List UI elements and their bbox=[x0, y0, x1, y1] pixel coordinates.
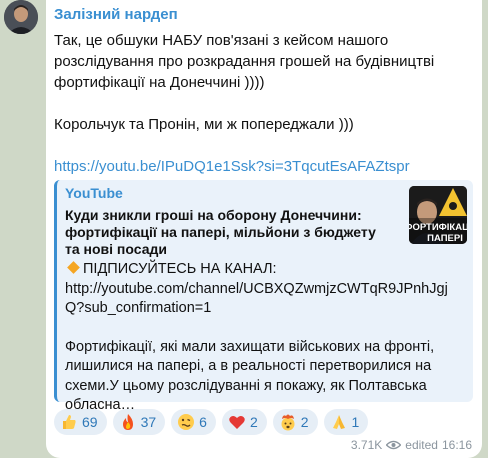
reaction-exploding-head[interactable]: 2 bbox=[272, 409, 318, 435]
description-text: Фортифікації, які мали захищати військов… bbox=[65, 338, 435, 414]
reaction-fire[interactable]: 37 bbox=[112, 409, 166, 435]
eye-icon bbox=[386, 440, 402, 450]
edited-label: edited bbox=[405, 438, 438, 452]
channel-url: http://youtube.com/channel/UCBXQZwmjzCWT… bbox=[65, 280, 448, 317]
reaction-thumbs-up[interactable]: 69 bbox=[54, 409, 107, 435]
message-time: 16:16 bbox=[441, 438, 472, 452]
folded-hands-icon bbox=[332, 415, 345, 429]
svg-text:ФОРТИФІКАЦІ: ФОРТИФІКАЦІ bbox=[409, 222, 467, 233]
woozy-face-icon bbox=[178, 414, 195, 430]
orange-diamond-icon bbox=[67, 261, 80, 274]
preview-thumbnail[interactable]: ФОРТИФІКАЦІ ПАПЕРІ bbox=[409, 186, 467, 244]
view-count: 3.71K bbox=[350, 438, 383, 452]
message-text: Так, це обшуки НАБУ пов'язані з кейсом н… bbox=[54, 30, 464, 177]
svg-text:ПАПЕРІ: ПАПЕРІ bbox=[427, 233, 463, 244]
reaction-woozy-face[interactable]: 6 bbox=[171, 409, 216, 435]
preview-title: Куди зникли гроші на оборону Донеччини: … bbox=[65, 207, 376, 257]
reaction-count: 37 bbox=[140, 414, 157, 430]
reaction-count: 69 bbox=[82, 414, 98, 430]
preview-description: ПІДПИСУЙТЕСЬ НА КАНАЛ: http://youtube.co… bbox=[65, 260, 465, 416]
message-bubble: Залізний нардеп Так, це обшуки НАБУ пов'… bbox=[46, 0, 482, 458]
reaction-count: 2 bbox=[249, 414, 258, 430]
fire-icon bbox=[122, 414, 133, 430]
channel-name[interactable]: Залізний нардеп bbox=[54, 6, 178, 23]
exploding-head-icon bbox=[281, 414, 295, 431]
message-footer: 3.71K edited 16:16 bbox=[351, 438, 472, 452]
reaction-heart[interactable]: 2 bbox=[221, 409, 267, 435]
subscribe-text: ПІДПИСУЙТЕСЬ НА КАНАЛ: bbox=[83, 261, 277, 277]
message-paragraph: Корольчук та Пронін, ми ж попереджали ))… bbox=[54, 116, 354, 133]
reaction-folded-hands[interactable]: 1 bbox=[323, 409, 369, 435]
reaction-count: 1 bbox=[351, 414, 360, 430]
reaction-count: 6 bbox=[199, 414, 207, 430]
channel-avatar[interactable] bbox=[4, 0, 38, 34]
link-preview[interactable]: YouTube Куди зникли гроші на оборону Дон… bbox=[54, 180, 473, 413]
preview-site-name: YouTube bbox=[65, 185, 123, 201]
reactions-bar: 69 37 6 2 2 1 bbox=[54, 409, 369, 435]
reaction-count: 2 bbox=[300, 414, 309, 430]
heart-icon bbox=[229, 415, 245, 429]
message-paragraph: Так, це обшуки НАБУ пов'язані з кейсом н… bbox=[54, 32, 435, 91]
youtube-link[interactable]: https://youtu.be/IPuDQ1e1Ssk?si=3TqcutEs… bbox=[54, 158, 410, 175]
thumbs-up-icon bbox=[63, 415, 76, 429]
